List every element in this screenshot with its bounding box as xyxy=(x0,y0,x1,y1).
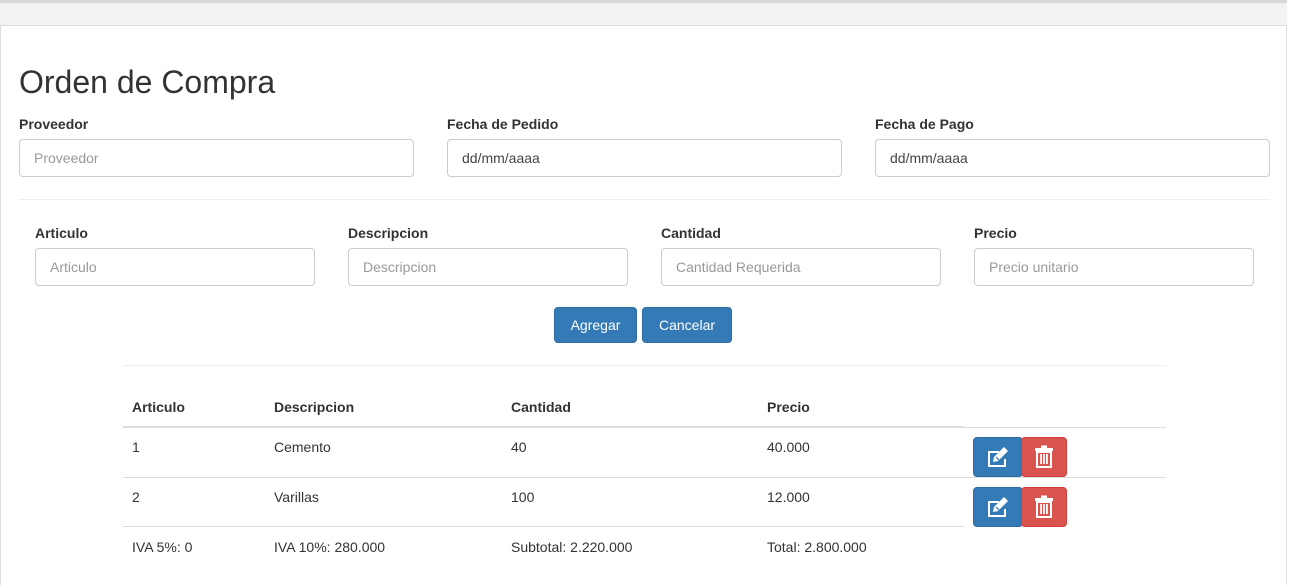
fecha-pago-label: Fecha de Pago xyxy=(875,116,974,132)
cell-actions xyxy=(964,476,1166,527)
totals-row: IVA 5%: 0 IVA 10%: 280.000 Subtotal: 2.2… xyxy=(123,526,1166,569)
table-row: 2 Varillas 100 12.000 xyxy=(123,476,1166,527)
delete-row-button[interactable] xyxy=(1021,486,1067,527)
column-header-precio: Precio xyxy=(758,386,964,428)
cell-actions xyxy=(964,426,1166,477)
descripcion-input[interactable] xyxy=(348,248,628,286)
grand-total: Total: 2.800.000 xyxy=(758,526,964,569)
column-header-actions xyxy=(964,386,1166,427)
cell-precio: 12.000 xyxy=(758,476,964,527)
cell-precio: 40.000 xyxy=(758,426,964,477)
items-table: Articulo Descripcion Cantidad Precio 1 C… xyxy=(123,386,1166,569)
cell-cantidad: 40 xyxy=(502,426,758,477)
page-title: Orden de Compra xyxy=(19,64,276,100)
cantidad-input[interactable] xyxy=(661,248,941,286)
table-row: 1 Cemento 40 40.000 xyxy=(123,426,1166,477)
cell-descripcion: Cemento xyxy=(265,426,502,477)
top-navbar xyxy=(0,0,1287,26)
precio-input[interactable] xyxy=(974,248,1254,286)
precio-label: Precio xyxy=(974,225,1017,241)
articulo-label: Articulo xyxy=(35,225,88,241)
articulo-input[interactable] xyxy=(35,248,315,286)
column-header-articulo: Articulo xyxy=(123,386,265,428)
table-header-row: Articulo Descripcion Cantidad Precio xyxy=(123,386,1166,428)
edit-row-button[interactable] xyxy=(973,486,1023,527)
table-divider xyxy=(123,365,1166,366)
cantidad-label: Cantidad xyxy=(661,225,721,241)
edit-row-button[interactable] xyxy=(973,436,1023,477)
subtotal: Subtotal: 2.220.000 xyxy=(502,526,758,569)
trash-icon xyxy=(1035,495,1053,518)
totals-empty-cell xyxy=(964,527,1166,569)
descripcion-label: Descripcion xyxy=(348,225,429,241)
proveedor-label: Proveedor xyxy=(19,116,89,132)
trash-icon xyxy=(1035,445,1053,468)
delete-row-button[interactable] xyxy=(1021,436,1067,477)
fecha-pedido-input[interactable] xyxy=(447,139,842,177)
fecha-pago-input[interactable] xyxy=(875,139,1270,177)
edit-icon xyxy=(988,496,1008,517)
edit-icon xyxy=(988,446,1008,467)
column-header-cantidad: Cantidad xyxy=(502,386,758,428)
fecha-pedido-label: Fecha de Pedido xyxy=(447,116,559,132)
add-button[interactable]: Agregar xyxy=(554,307,637,343)
column-header-descripcion: Descripcion xyxy=(265,386,502,428)
proveedor-input[interactable] xyxy=(19,139,414,177)
iva5-total: IVA 5%: 0 xyxy=(123,526,265,569)
iva10-total: IVA 10%: 280.000 xyxy=(265,526,502,569)
cell-cantidad: 100 xyxy=(502,476,758,527)
cell-descripcion: Varillas xyxy=(265,476,502,527)
cell-articulo: 2 xyxy=(123,476,265,527)
cell-articulo: 1 xyxy=(123,426,265,477)
section-divider xyxy=(19,199,1270,200)
cancel-button[interactable]: Cancelar xyxy=(642,307,732,343)
